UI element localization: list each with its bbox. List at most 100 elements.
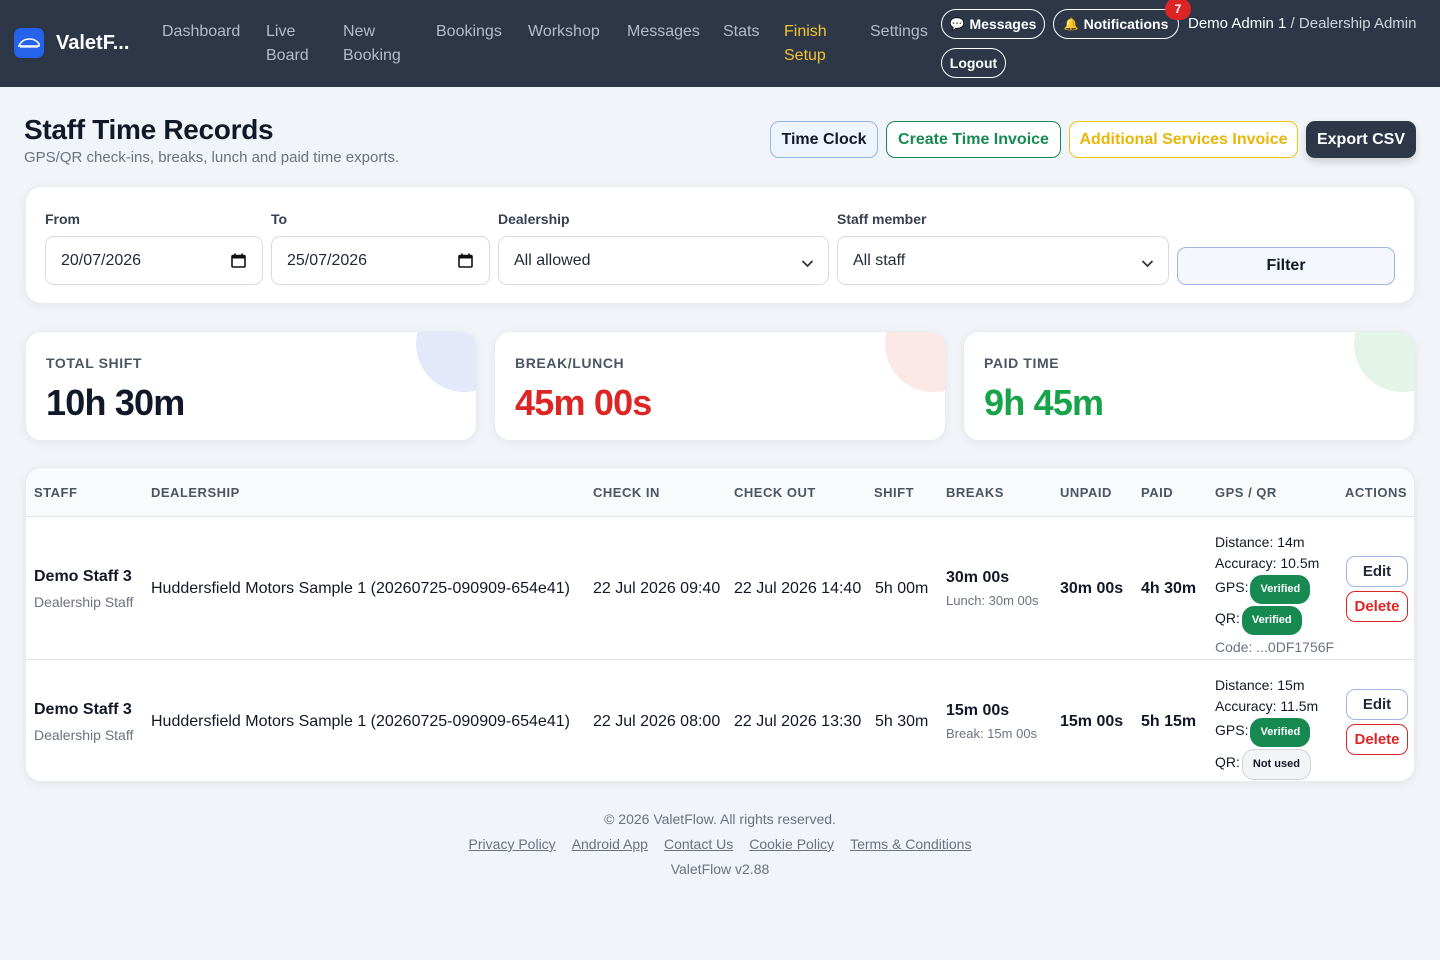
staff-member-label: Staff member [837,211,927,227]
table-header: STAFF DEALERSHIP CHECK IN CHECK OUT SHIF… [26,468,1414,517]
gps-label: GPS: [1215,722,1249,738]
column-header-paid: PAID [1141,485,1174,500]
time-clock-button[interactable]: Time Clock [770,121,878,158]
stat-decor-circle [885,332,945,392]
gps-qr-details: Distance: 14m Accuracy: 10.5m GPS: Verifi… [1215,532,1334,658]
cookie-policy-link[interactable]: Cookie Policy [749,836,834,852]
stat-value: 10h 30m [46,382,185,423]
nav-new-booking[interactable]: New Booking [343,20,408,68]
notifications-button-label: Notifications [1083,16,1169,32]
calendar-icon[interactable] [458,253,473,273]
dealership-select[interactable]: All allowed [498,236,829,285]
nav-messages[interactable]: Messages [627,20,700,44]
car-logo-icon [14,28,44,58]
from-date-value: 20/07/2026 [61,251,142,269]
additional-services-invoice-button[interactable]: Additional Services Invoice [1069,121,1298,158]
stat-label: PAID TIME [984,355,1060,371]
gps-distance: Distance: 15m [1215,677,1305,693]
export-csv-button[interactable]: Export CSV [1306,121,1416,158]
user-info: Demo Admin 1 / Dealership Admin [1188,15,1416,32]
user-role: Dealership Admin [1298,15,1417,32]
privacy-policy-link[interactable]: Privacy Policy [469,836,556,852]
shift-duration: 5h 00m [875,580,929,597]
brand-name: ValetF... [56,31,130,54]
gps-status-badge: Verified [1250,575,1311,604]
row-divider [26,659,1414,660]
staff-member-select[interactable]: All staff [837,236,1169,285]
user-name: Demo Admin 1 [1188,15,1287,32]
terms-link[interactable]: Terms & Conditions [850,836,971,852]
chevron-down-icon [801,255,814,273]
check-in-time: 22 Jul 2026 09:40 [593,580,721,597]
brand[interactable]: ValetF... [14,28,132,58]
check-out-time: 22 Jul 2026 13:30 [734,713,862,730]
to-date-value: 25/07/2026 [287,251,368,269]
nav-finish-setup[interactable]: Finish Setup [784,20,832,68]
dealership-label: Dealership [498,211,570,227]
check-in-time: 22 Jul 2026 08:00 [593,713,721,730]
paid-time: 4h 30m [1141,580,1197,597]
calendar-icon[interactable] [231,253,246,273]
from-date-input[interactable]: 20/07/2026 [45,236,263,285]
edit-button[interactable]: Edit [1346,689,1408,720]
nav-bookings[interactable]: Bookings [436,20,502,44]
column-header-breaks: BREAKS [946,485,1004,500]
dealership-name: Huddersfield Motors Sample 1 (20260725-0… [151,713,570,730]
qr-code: Code: ...0DF1756F [1215,639,1335,655]
bell-icon: 🔔 [1063,17,1079,31]
messages-button[interactable]: 💬 Messages [941,9,1045,39]
gps-qr-details: Distance: 15m Accuracy: 11.5m GPS: Verifi… [1215,675,1318,780]
contact-us-link[interactable]: Contact Us [664,836,733,852]
staff-member-select-value: All staff [853,251,906,269]
filter-button[interactable]: Filter [1177,247,1395,285]
to-label: To [271,211,288,227]
speech-bubble-icon: 💬 [949,17,965,31]
create-time-invoice-button[interactable]: Create Time Invoice [886,121,1061,158]
footer-copyright: © 2026 ValetFlow. All rights reserved. [604,811,836,827]
stat-label: BREAK/LUNCH [515,355,625,371]
to-date-input[interactable]: 25/07/2026 [271,236,490,285]
edit-button[interactable]: Edit [1346,556,1408,587]
column-header-check-out: CHECK OUT [734,485,816,500]
column-header-check-in: CHECK IN [593,485,660,500]
notifications-button[interactable]: 🔔 Notifications [1053,9,1179,39]
unpaid-time: 15m 00s [1060,713,1124,730]
nav-stats[interactable]: Stats [723,20,759,44]
from-label: From [45,211,80,227]
stat-label: TOTAL SHIFT [46,355,143,371]
user-separator: / [1286,15,1299,32]
breaks-detail: Lunch: 30m 00s [946,593,1039,608]
delete-button[interactable]: Delete [1346,724,1408,755]
stat-card-paid-time: PAID TIME 9h 45m [963,331,1415,441]
gps-distance: Distance: 14m [1215,534,1305,550]
page-title: Staff Time Records [24,114,274,145]
nav-dashboard[interactable]: Dashboard [162,20,240,44]
paid-time: 5h 15m [1141,713,1197,730]
column-header-shift: SHIFT [874,485,915,500]
stat-value: 9h 45m [984,382,1104,423]
breaks-total: 30m 00s [946,569,1010,586]
breaks-detail: Break: 15m 00s [946,726,1038,741]
nav-settings[interactable]: Settings [870,20,928,44]
column-header-dealership: DEALERSHIP [151,485,240,500]
nav-live-board[interactable]: Live Board [266,20,316,68]
stat-decor-circle [1354,332,1414,392]
gps-accuracy: Accuracy: 10.5m [1215,555,1320,571]
footer-version: ValetFlow v2.88 [670,861,770,877]
delete-button[interactable]: Delete [1346,591,1408,622]
breaks-total: 15m 00s [946,702,1010,719]
stat-decor-circle [416,332,476,392]
android-app-link[interactable]: Android App [572,836,648,852]
shift-duration: 5h 30m [875,713,929,730]
logout-button[interactable]: Logout [941,48,1006,78]
time-records-table: STAFF DEALERSHIP CHECK IN CHECK OUT SHIF… [25,467,1415,782]
chevron-down-icon [1141,255,1154,273]
staff-name: Demo Staff 3 [34,701,132,718]
top-nav: ValetF... Dashboard Live Board New Booki… [0,0,1440,87]
column-header-actions: ACTIONS [1345,485,1407,500]
gps-status-badge: Verified [1250,718,1311,747]
nav-workshop[interactable]: Workshop [528,20,600,44]
footer-links: Privacy Policy Android App Contact Us Co… [0,836,1440,852]
staff-name: Demo Staff 3 [34,568,132,585]
qr-status-badge: Verified [1241,606,1302,635]
